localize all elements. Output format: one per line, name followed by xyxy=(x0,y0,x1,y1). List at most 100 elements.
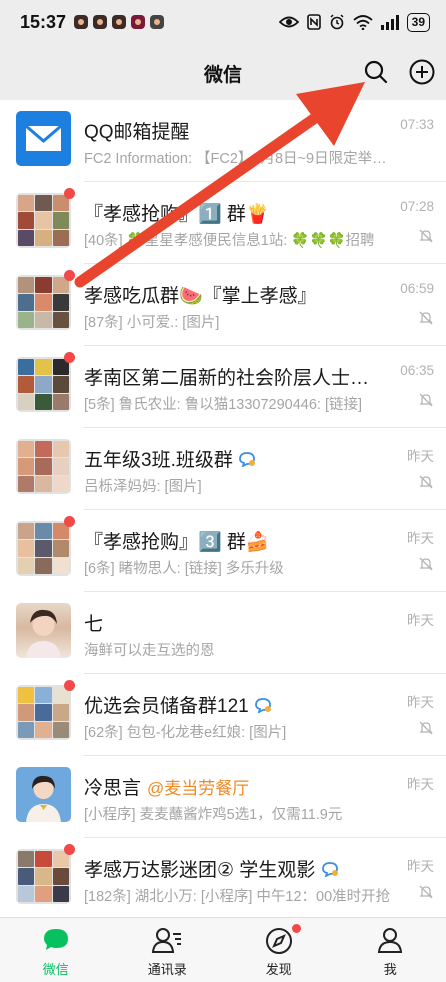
tab-label: 发现 xyxy=(265,962,292,977)
unread-dot xyxy=(64,270,75,281)
chat-bubble-icon xyxy=(43,929,68,950)
group-chat-badge-icon xyxy=(321,862,338,878)
group-avatar xyxy=(16,685,71,740)
unread-dot xyxy=(64,188,75,199)
person-photo-icon xyxy=(26,775,61,822)
chat-row[interactable]: 优选会员储备群121 [62条] 包包-化龙巷e红娘: [图片] 昨天 xyxy=(0,674,446,756)
chat-time: 06:59 xyxy=(400,281,434,296)
chat-preview: [87条] 小可爱.: [图片] xyxy=(84,315,220,331)
chat-name: 孝感万达影迷团② 学生观影 xyxy=(84,855,339,882)
signal-icon xyxy=(380,14,399,30)
chat-time: 昨天 xyxy=(407,695,434,710)
compass-icon xyxy=(265,928,292,954)
chat-name: 优选会员储备群121 xyxy=(84,691,272,718)
contact-avatar xyxy=(16,767,71,822)
chat-preview: 海鲜可以走互选的恩 xyxy=(84,643,215,659)
chat-preview: [62条] 包包-化龙巷e红娘: [图片] xyxy=(84,725,287,741)
tab-label: 微信 xyxy=(42,962,69,977)
chat-preview: [40条] 🍀星星孝感便民信息1站: 🍀🍀🍀招聘 xyxy=(84,233,375,249)
unread-dot xyxy=(64,352,75,363)
app-icon xyxy=(150,15,165,29)
status-bar: 15:37 39 xyxy=(0,0,446,44)
chat-name: 孝感吃瓜群🍉『掌上孝感』 xyxy=(84,286,317,307)
group-chat-badge-icon xyxy=(239,452,256,468)
chat-time: 昨天 xyxy=(407,777,434,792)
mute-bell-icon xyxy=(419,557,433,571)
search-icon[interactable] xyxy=(363,59,389,85)
chat-time: 07:33 xyxy=(400,117,434,132)
add-icon[interactable] xyxy=(408,58,436,86)
chat-row[interactable]: 孝感吃瓜群🍉『掌上孝感』 [87条] 小可爱.: [图片] 06:59 xyxy=(0,264,446,346)
unread-dot xyxy=(64,516,75,527)
chat-preview: [小程序] 麦麦蘸酱炸鸡5选1，仅需11.9元 xyxy=(84,807,343,823)
chat-row[interactable]: 七 海鲜可以走互选的恩 昨天 xyxy=(0,592,446,674)
chat-time: 昨天 xyxy=(407,859,434,874)
discover-unread-dot xyxy=(292,924,302,933)
notification-app-icons xyxy=(74,15,165,29)
mute-bell-icon xyxy=(419,393,433,407)
chat-row[interactable]: QQ邮箱提醒 FC2 Information: 【FC2】8月8日~9日限定举…… xyxy=(0,100,446,182)
group-avatar xyxy=(16,275,71,330)
group-chat-badge-icon xyxy=(255,698,271,714)
alarm-icon xyxy=(330,14,344,30)
tab-label: 通讯录 xyxy=(147,962,187,977)
chat-name: 『孝感抢购』1️⃣ 群🍟 xyxy=(84,204,270,225)
chat-preview: [182条] 湖北小万: [小程序] 中午12：00准时开抢 xyxy=(84,889,391,905)
contact-avatar xyxy=(16,603,71,658)
tab-me[interactable]: 我 xyxy=(335,918,446,982)
mail-avatar xyxy=(16,111,71,166)
mute-bell-icon xyxy=(419,885,433,899)
status-time: 15:37 xyxy=(20,11,67,32)
mail-icon xyxy=(25,124,62,151)
chat-time: 07:28 xyxy=(400,199,434,214)
nfc-icon xyxy=(306,14,321,30)
chat-name: 七 xyxy=(84,614,104,635)
wifi-icon xyxy=(353,14,373,30)
tab-chats[interactable]: 微信 xyxy=(0,918,112,982)
unread-dot xyxy=(64,844,75,855)
contacts-icon xyxy=(152,928,182,953)
chat-time: 昨天 xyxy=(407,449,434,464)
person-photo-icon xyxy=(26,609,61,658)
chat-preview: [5条] 鲁氏农业: 鲁以猫13307290446: [链接] xyxy=(84,397,363,413)
chat-time: 昨天 xyxy=(407,531,434,546)
app-icon xyxy=(131,15,146,29)
mute-bell-icon xyxy=(419,229,433,243)
chat-name: 五年级3班.班级群 xyxy=(84,445,256,472)
chat-time: 昨天 xyxy=(407,613,434,628)
app-icon xyxy=(93,15,108,29)
chat-name-text: 孝感万达影迷团② 学生观影 xyxy=(84,860,316,881)
tab-label: 我 xyxy=(383,962,397,977)
mute-bell-icon xyxy=(419,311,433,325)
unread-dot xyxy=(64,680,75,691)
chat-name: QQ邮箱提醒 xyxy=(84,122,190,143)
tab-discover[interactable]: 发现 xyxy=(223,918,335,982)
chat-row[interactable]: 五年级3班.班级群 吕栎泽妈妈: [图片] 昨天 xyxy=(0,428,446,510)
chat-row[interactable]: 『孝感抢购』1️⃣ 群🍟 [40条] 🍀星星孝感便民信息1站: 🍀🍀🍀招聘 07… xyxy=(0,182,446,264)
chat-name-text: 冷思言 xyxy=(84,778,142,799)
tab-contacts[interactable]: 通讯录 xyxy=(112,918,224,982)
chat-row[interactable]: 孝南区第二届新的社会阶层人士… [5条] 鲁氏农业: 鲁以猫1330729044… xyxy=(0,346,446,428)
group-avatar xyxy=(16,521,71,576)
mute-bell-icon xyxy=(419,475,433,489)
bottom-tab-bar: 微信 通讯录 发现 我 xyxy=(0,917,446,982)
mute-bell-icon xyxy=(419,721,433,735)
person-icon xyxy=(378,928,403,953)
chat-list: QQ邮箱提醒 FC2 Information: 【FC2】8月8日~9日限定举…… xyxy=(0,100,446,920)
group-avatar xyxy=(16,439,71,494)
chat-name: 冷思言 @麦当劳餐厅 xyxy=(84,773,249,800)
chat-name: 孝南区第二届新的社会阶层人士… xyxy=(84,368,370,389)
group-avatar xyxy=(16,357,71,412)
chat-row[interactable]: 冷思言 @麦当劳餐厅 [小程序] 麦麦蘸酱炸鸡5选1，仅需11.9元 昨天 xyxy=(0,756,446,838)
chat-time: 06:35 xyxy=(400,363,434,378)
app-icon xyxy=(74,15,89,29)
chat-name-text: 五年级3班.班级群 xyxy=(84,450,233,471)
group-avatar xyxy=(16,193,71,248)
chat-row[interactable]: 孝感万达影迷团② 学生观影 [182条] 湖北小万: [小程序] 中午12：00… xyxy=(0,838,446,920)
chat-name: 『孝感抢购』3️⃣ 群🍰 xyxy=(84,532,270,553)
title-bar: 微信 xyxy=(0,44,446,100)
chat-row[interactable]: 『孝感抢购』3️⃣ 群🍰 [6条] 睹物思人: [链接] 多乐升级 昨天 xyxy=(0,510,446,592)
chat-name-text: 优选会员储备群121 xyxy=(84,696,249,717)
chat-preview: [6条] 睹物思人: [链接] 多乐升级 xyxy=(84,561,284,577)
app-icon xyxy=(112,15,127,29)
